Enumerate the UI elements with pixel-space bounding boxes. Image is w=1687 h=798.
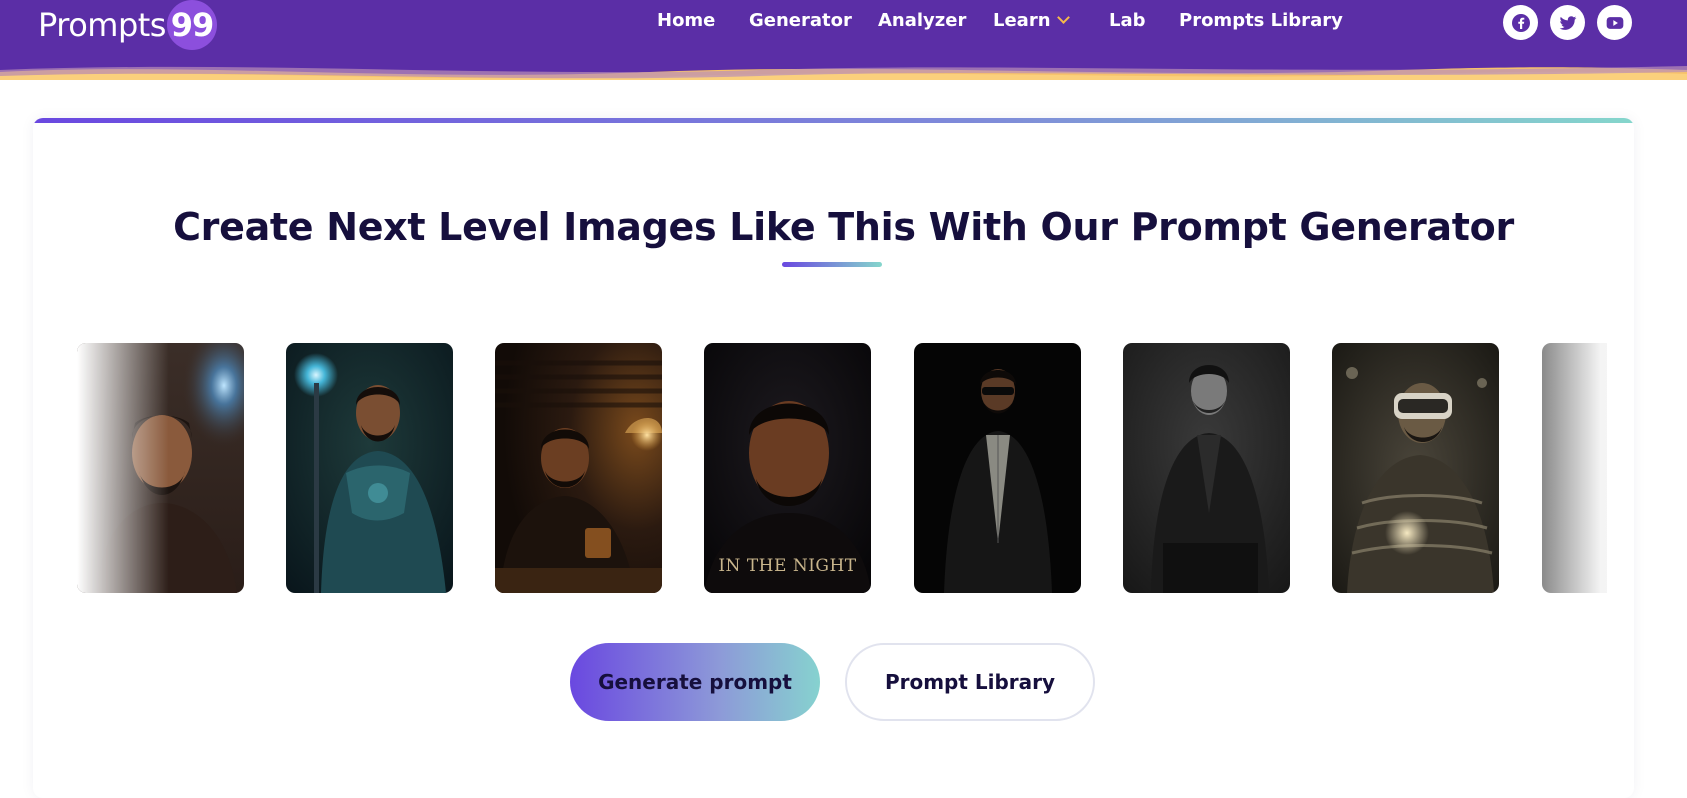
youtube-icon[interactable] [1597, 5, 1632, 40]
logo-badge: 99 [166, 0, 217, 50]
image-caption: IN THE NIGHT [718, 556, 857, 576]
gallery-image-1[interactable] [77, 343, 244, 593]
page-heading: Create Next Level Images Like This With … [173, 205, 1514, 249]
nav-lab[interactable]: Lab [1109, 10, 1146, 31]
nav-learn[interactable]: Learn [993, 10, 1070, 31]
nav-analyzer[interactable]: Analyzer [878, 10, 966, 31]
portrait-bw-suit-seated [1123, 343, 1290, 593]
twitter-glyph [1559, 15, 1576, 30]
prompt-library-button[interactable]: Prompt Library [845, 643, 1095, 721]
generate-prompt-button[interactable]: Generate prompt [570, 643, 820, 721]
portrait-armored-wizard [286, 343, 453, 593]
logo-text: Prompts [38, 6, 166, 44]
gallery-image-3[interactable] [495, 343, 662, 593]
portrait-blue-light [77, 343, 244, 593]
gallery-image-2[interactable] [286, 343, 453, 593]
card-accent-bar [33, 118, 1634, 123]
gallery-image-7[interactable] [1332, 343, 1499, 593]
gallery-image-5[interactable] [914, 343, 1081, 593]
portrait-vr-headset [1332, 343, 1499, 593]
image-carousel[interactable]: IN THE NIGHT [77, 343, 1607, 593]
facebook-icon[interactable] [1503, 5, 1538, 40]
nav-generator[interactable]: Generator [749, 10, 852, 31]
portrait-sunglasses-suit [914, 343, 1081, 593]
gallery-image-4[interactable]: IN THE NIGHT [704, 343, 871, 593]
site-header: Prompts 99 Home Generator Analyzer Learn… [0, 0, 1687, 88]
facebook-glyph [1511, 13, 1530, 32]
nav-prompts-library[interactable]: Prompts Library [1179, 10, 1343, 31]
chevron-down-icon [1056, 11, 1070, 24]
site-logo[interactable]: Prompts 99 [38, 0, 217, 50]
nav-learn-label: Learn [993, 10, 1051, 31]
portrait-partial [1542, 343, 1607, 593]
heading-underline [782, 262, 882, 267]
gallery-image-8[interactable] [1542, 343, 1607, 593]
twitter-icon[interactable] [1550, 5, 1585, 40]
youtube-glyph [1606, 16, 1623, 29]
nav-home[interactable]: Home [657, 10, 715, 31]
gallery-image-6[interactable] [1123, 343, 1290, 593]
portrait-lamp-whiskey [495, 343, 662, 593]
